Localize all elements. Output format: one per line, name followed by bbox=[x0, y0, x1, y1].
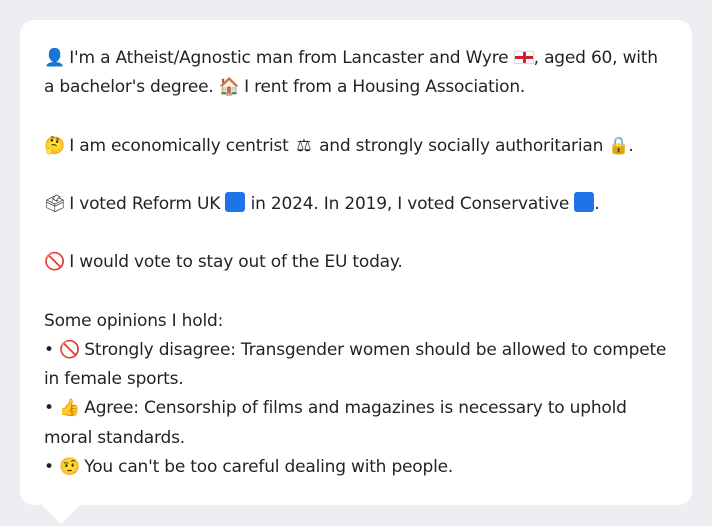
persona-card: 👤 I'm a Atheist/Agnostic man from Lancas… bbox=[20, 20, 692, 505]
opinion-text: You can't be too careful dealing with pe… bbox=[84, 456, 454, 477]
opinions-section: Some opinions I hold: • 🚫 Strongly disag… bbox=[44, 307, 668, 482]
person-silhouette-icon: 👤 bbox=[44, 48, 65, 68]
opinions-heading: Some opinions I hold: bbox=[44, 310, 224, 331]
bullet: • bbox=[44, 339, 54, 360]
voting-text-1: I voted Reform UK bbox=[69, 193, 221, 214]
opinion-item: • 👍 Agree: Censorship of films and magaz… bbox=[44, 394, 668, 452]
voting-text-2: in 2024. In 2019, I voted Conservative bbox=[250, 193, 570, 214]
opinion-text: Strongly disagree: Transgender women sho… bbox=[44, 339, 667, 390]
bullet: • bbox=[44, 398, 54, 419]
voting-paragraph: 🗳 I voted Reform UK in 2024. In 2019, I … bbox=[44, 190, 668, 219]
thinking-face-icon: 🤔 bbox=[44, 135, 65, 156]
eu-text: I would vote to stay out of the EU today… bbox=[69, 252, 403, 273]
opinion-item: • 🚫 Strongly disagree: Transgender women… bbox=[44, 336, 668, 394]
ideology-text-1: I am economically centrist bbox=[69, 135, 289, 156]
demographics-text-1: I'm a Atheist/Agnostic man from Lancaste… bbox=[69, 48, 509, 68]
eu-paragraph: 🚫 I would vote to stay out of the EU tod… bbox=[44, 248, 668, 277]
bullet: • bbox=[44, 456, 54, 477]
padlock-icon: 🔒 bbox=[608, 135, 630, 156]
prohibited-icon: 🚫 bbox=[44, 252, 65, 273]
ideology-text-3: . bbox=[628, 135, 634, 156]
opinion-text: Agree: Censorship of films and magazines… bbox=[44, 398, 627, 448]
england-flag-icon bbox=[513, 51, 534, 64]
persona-text: 👤 I'm a Atheist/Agnostic man from Lancas… bbox=[44, 44, 668, 482]
raised-eyebrow-face-icon: 🤨 bbox=[59, 456, 81, 477]
demographics-paragraph: 👤 I'm a Atheist/Agnostic man from Lancas… bbox=[44, 44, 668, 102]
thumbs-up-icon: 👍 bbox=[59, 398, 81, 419]
opinion-item: • 🤨 You can't be too careful dealing wit… bbox=[44, 453, 668, 482]
speech-bubble-tail bbox=[41, 504, 81, 524]
house-icon: 🏠 bbox=[218, 77, 240, 98]
prohibited-icon: 🚫 bbox=[59, 339, 81, 360]
ideology-paragraph: 🤔 I am economically centrist ⚖ and stron… bbox=[44, 132, 668, 161]
voting-text-3: . bbox=[594, 193, 600, 214]
ideology-text-2: and strongly socially authoritarian bbox=[319, 135, 604, 156]
ballot-box-icon: 🗳 bbox=[44, 193, 66, 214]
reform-uk-blue-square-icon bbox=[225, 191, 246, 212]
balance-scale-icon: ⚖ bbox=[296, 135, 312, 156]
conservative-blue-square-icon bbox=[574, 191, 595, 212]
housing-text: I rent from a Housing Association. bbox=[244, 77, 526, 98]
